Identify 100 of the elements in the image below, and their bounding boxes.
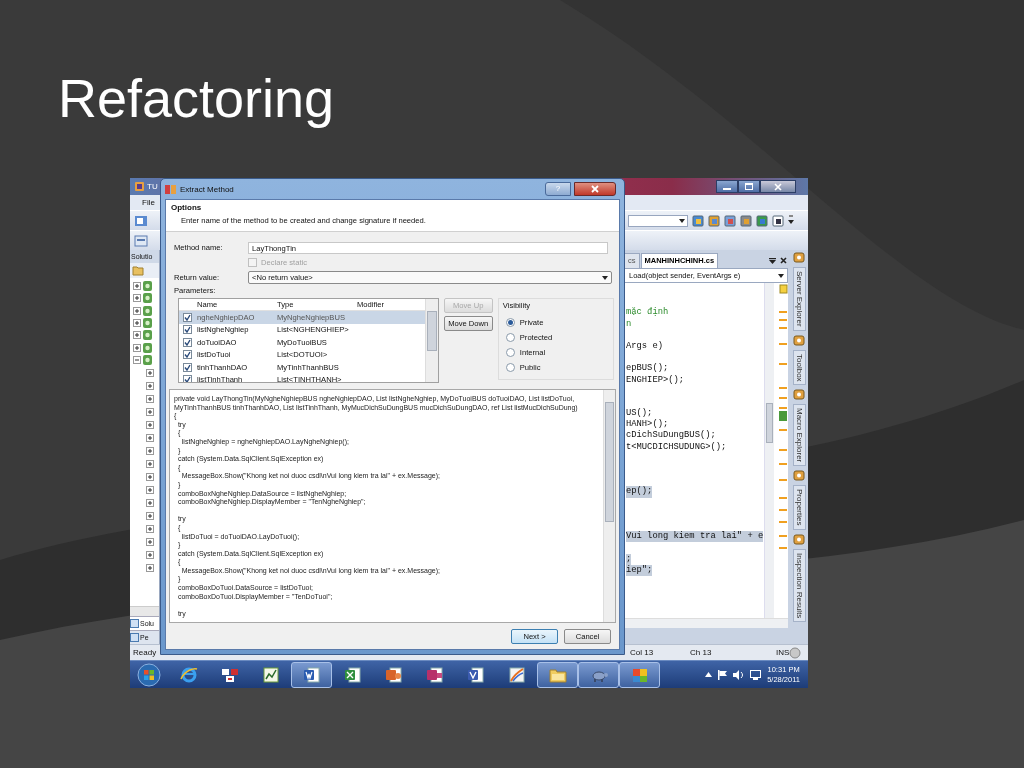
checkbox[interactable] (183, 362, 192, 372)
radio-button[interactable] (505, 363, 515, 372)
expand-icon[interactable] (146, 498, 154, 507)
app-icon (165, 183, 177, 195)
pane-icon[interactable] (793, 470, 805, 482)
project-icon (143, 318, 152, 329)
project-icon (143, 342, 152, 353)
scrollbar[interactable] (130, 606, 159, 616)
pane-icon[interactable] (793, 334, 805, 346)
side-tab[interactable]: Macro Explorer (792, 404, 806, 467)
dropdown-icon[interactable] (769, 257, 776, 264)
status-text: Ready (133, 648, 157, 657)
expand-icon[interactable] (133, 306, 141, 315)
volume-icon[interactable] (733, 669, 745, 680)
expand-icon[interactable] (133, 294, 141, 303)
diagram-icon (466, 665, 485, 684)
checkbox[interactable] (183, 350, 192, 360)
code-line: t<MUCDICHSUDUNG>(); (626, 441, 727, 453)
caret-icon (602, 275, 608, 280)
expand-icon[interactable] (146, 550, 154, 559)
scrollbar[interactable] (622, 618, 788, 628)
maximize-button[interactable] (738, 180, 760, 193)
expand-icon[interactable] (146, 394, 154, 403)
code-line: epBUS(); (626, 363, 669, 375)
code-line: ENGHIEP>(); (626, 374, 685, 386)
close-icon (774, 182, 782, 191)
project-icon (143, 330, 152, 341)
database-icon (425, 665, 444, 684)
status-text: Col 13 (630, 648, 655, 657)
expand-icon[interactable] (133, 282, 141, 291)
expand-icon[interactable] (133, 343, 141, 352)
expand-icon[interactable] (146, 459, 154, 468)
checkbox[interactable] (183, 337, 192, 347)
code-line: Args e) (626, 340, 663, 353)
side-tab[interactable]: Toolbox (792, 349, 806, 386)
expand-icon[interactable] (146, 524, 154, 533)
close-button[interactable] (574, 182, 616, 196)
code-comment: mặc định (626, 307, 669, 319)
taskbar-button[interactable] (537, 661, 578, 688)
checkbox[interactable] (183, 325, 192, 335)
expand-icon[interactable] (133, 319, 141, 328)
section-heading: Options (171, 203, 203, 212)
show-hidden-icon[interactable] (705, 672, 713, 677)
menu-item[interactable]: File (140, 198, 157, 207)
toolbar-icon[interactable] (772, 214, 784, 227)
code-line: HANH>(); (626, 419, 669, 430)
expand-icon[interactable] (146, 381, 154, 390)
status-text: Ch 13 (690, 648, 713, 657)
network-icon[interactable] (750, 669, 762, 680)
side-tab[interactable]: Properties (792, 485, 806, 530)
project-icon (143, 293, 152, 304)
slides-icon (384, 665, 403, 684)
close-button[interactable] (760, 180, 796, 193)
flag-icon[interactable] (718, 669, 728, 680)
app-icon (134, 181, 145, 192)
side-tab[interactable]: Server Explorer (792, 267, 806, 331)
pane-icon[interactable] (793, 533, 805, 545)
close-icon[interactable] (780, 257, 787, 264)
expand-icon[interactable] (146, 537, 154, 546)
document-icon (302, 665, 321, 684)
radio-button[interactable] (505, 333, 515, 342)
checkbox[interactable] (183, 312, 192, 322)
maximize-icon (745, 183, 753, 190)
expand-icon[interactable] (146, 368, 154, 377)
radio-button[interactable] (505, 318, 515, 327)
expand-icon[interactable] (146, 420, 154, 429)
status-circle-icon (789, 646, 802, 659)
window-title: TU (147, 182, 158, 191)
start-button[interactable] (137, 662, 161, 687)
taskbar-button[interactable] (291, 661, 332, 688)
expand-icon[interactable] (146, 485, 154, 494)
code-comment: n (626, 318, 632, 330)
expand-icon[interactable] (146, 407, 154, 416)
status-text: INS (776, 648, 790, 657)
checkbox[interactable] (183, 375, 192, 382)
caret-icon (679, 218, 685, 223)
project-icon (143, 281, 152, 292)
side-tab[interactable]: Inspection Results (792, 548, 806, 623)
scrollbar[interactable] (424, 299, 438, 382)
expand-icon[interactable] (146, 563, 154, 572)
expand-icon[interactable] (146, 433, 154, 442)
pane-icon[interactable] (793, 389, 805, 401)
scrollbar[interactable] (603, 390, 615, 622)
collapse-icon[interactable] (133, 355, 141, 364)
code-line: cDichSuDungBUS(); (626, 430, 716, 442)
expand-icon[interactable] (146, 511, 154, 520)
expand-icon[interactable] (146, 472, 154, 481)
pane-icon[interactable] (793, 252, 805, 263)
project-icon (143, 354, 152, 365)
radio-button[interactable] (505, 348, 515, 357)
folder-icon[interactable] (132, 265, 144, 276)
expand-icon[interactable] (146, 446, 154, 455)
window-title: Extract Method (180, 184, 234, 194)
minimize-button[interactable] (716, 180, 738, 193)
expand-icon[interactable] (133, 331, 141, 340)
project-icon (143, 305, 152, 316)
spreadsheet-icon (343, 665, 362, 684)
scrollbar[interactable] (764, 283, 774, 618)
slide-title: Refactoring (58, 67, 335, 130)
code-line: US(); (626, 408, 653, 419)
